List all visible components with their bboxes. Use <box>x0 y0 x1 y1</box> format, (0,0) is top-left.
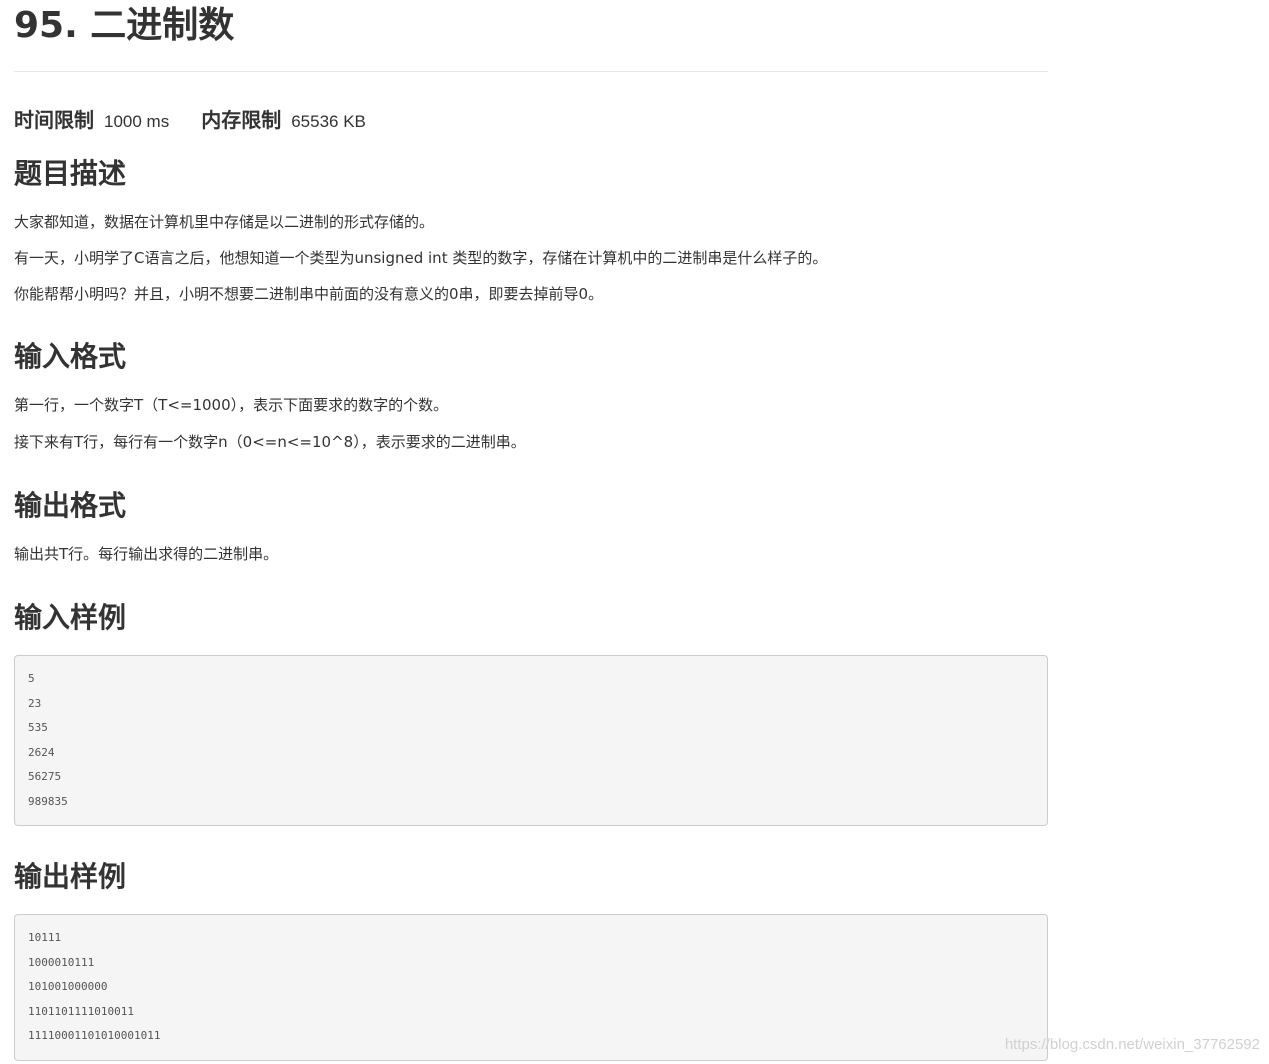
sample-input-line: 56275 <box>28 770 62 783</box>
sample-input-lines: 5 23 535 2624 56275 989835 <box>28 670 68 817</box>
sample-input-line: 5 <box>28 672 35 685</box>
output-format-paragraph: 输出共T行。每行输出求得的二进制串。 <box>14 545 279 563</box>
description-paragraph: 有一天，小明学了C语言之后，他想知道一个类型为unsigned int 类型的数… <box>14 249 828 267</box>
sample-output-heading: 输出样例 <box>14 860 127 893</box>
sample-output-line: 10111 <box>28 931 62 944</box>
description-paragraph: 你能帮帮小明吗？并且，小明不想要二进制串中前面的没有意义的0串，即要去掉前导0。 <box>14 285 604 303</box>
sample-output-lines: 10111 1000010111 101001000000 1101101111… <box>28 929 160 1052</box>
sample-output-line: 101001000000 <box>28 980 108 993</box>
sample-output-line: 1000010111 <box>28 955 95 969</box>
sample-input-line: 989835 <box>28 794 68 808</box>
sample-input-line: 2624 <box>28 745 55 759</box>
sample-input-box[interactable]: 5 23 535 2624 56275 989835 <box>14 655 1048 826</box>
sample-output-line: 11110001101010001011 <box>28 1029 161 1042</box>
time-limit-value: 1000 ms <box>104 112 170 131</box>
title-divider <box>14 71 1048 72</box>
problem-title: 95. 二进制数 <box>14 5 235 46</box>
sample-output-line: 1101101111010011 <box>28 1004 134 1018</box>
input-format-heading: 输入格式 <box>14 340 127 373</box>
memory-limit-value: 65536 KB <box>291 112 366 131</box>
blog-watermark: https://blog.csdn.net/weixin_37762592 <box>1004 1036 1260 1053</box>
time-limit-label: 时间限制 <box>14 108 94 132</box>
limits-row: 时间限制 1000 ms 内存限制 65536 KB <box>14 105 366 135</box>
sample-input-line: 535 <box>28 721 48 734</box>
description-paragraph: 大家都知道，数据在计算机里中存储是以二进制的形式存储的。 <box>14 213 435 231</box>
sample-input-heading: 输入样例 <box>14 601 127 634</box>
memory-limit-label: 内存限制 <box>201 108 282 132</box>
description-heading: 题目描述 <box>14 157 127 190</box>
input-format-paragraph: 接下来有T行，每行有一个数字n（0<=n<=10^8），表示要求的二进制串。 <box>14 433 526 451</box>
input-format-paragraph: 第一行，一个数字T（T<=1000），表示下面要求的数字的个数。 <box>14 396 449 414</box>
sample-output-box[interactable]: 10111 1000010111 101001000000 1101101111… <box>14 914 1048 1061</box>
sample-input-line: 23 <box>28 696 42 710</box>
output-format-heading: 输出格式 <box>14 489 127 522</box>
